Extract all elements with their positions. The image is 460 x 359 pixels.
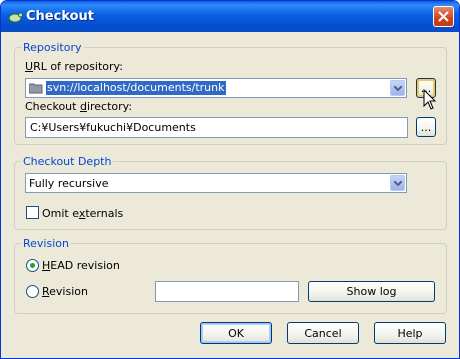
url-combobox[interactable]: svn://localhost/documents/trunk bbox=[25, 78, 407, 98]
cursor-icon bbox=[423, 88, 437, 111]
revision-input[interactable] bbox=[155, 281, 299, 302]
depth-selected-value: Fully recursive bbox=[29, 177, 109, 190]
revision-legend: Revision bbox=[23, 237, 69, 250]
chevron-down-icon bbox=[394, 86, 402, 92]
omit-externals-label[interactable]: Omit externals bbox=[42, 207, 123, 220]
depth-select[interactable]: Fully recursive bbox=[25, 173, 407, 193]
checkout-dir-field[interactable]: C:¥Users¥fukuchi¥Documents bbox=[25, 117, 408, 138]
revision-label[interactable]: Revision bbox=[42, 285, 88, 298]
revision-group: Revision bbox=[14, 237, 447, 314]
tortoise-icon bbox=[7, 9, 23, 25]
close-icon bbox=[438, 11, 449, 22]
close-button[interactable] bbox=[433, 6, 454, 27]
chevron-down-icon bbox=[394, 181, 402, 187]
omit-externals-checkbox[interactable] bbox=[26, 206, 39, 219]
repository-legend: Repository bbox=[23, 41, 82, 54]
url-dropdown-arrow[interactable] bbox=[390, 80, 405, 96]
cancel-button[interactable]: Cancel bbox=[287, 322, 359, 344]
dir-browse-button[interactable]: ... bbox=[416, 117, 436, 137]
checkout-depth-legend: Checkout Depth bbox=[23, 155, 112, 168]
title-bar[interactable]: Checkout bbox=[1, 1, 459, 32]
head-revision-label[interactable]: HEAD revision bbox=[42, 259, 120, 272]
window-title: Checkout bbox=[26, 9, 95, 24]
show-log-button[interactable]: Show log bbox=[308, 281, 435, 302]
revision-radio[interactable] bbox=[26, 285, 39, 298]
help-button[interactable]: Help bbox=[374, 322, 446, 344]
depth-dropdown-arrow[interactable] bbox=[390, 175, 405, 191]
checkout-dialog: Checkout Repository URL of repository: s… bbox=[0, 0, 460, 359]
checkout-dir-label: Checkout directory: bbox=[25, 100, 133, 113]
url-value[interactable]: svn://localhost/documents/trunk bbox=[46, 81, 226, 95]
url-label-text: RL of repository: bbox=[33, 60, 123, 73]
head-revision-radio[interactable] bbox=[26, 259, 39, 272]
folder-icon bbox=[28, 82, 43, 94]
ok-button[interactable]: OK bbox=[200, 322, 272, 344]
url-label: URL of repository: bbox=[25, 60, 123, 73]
